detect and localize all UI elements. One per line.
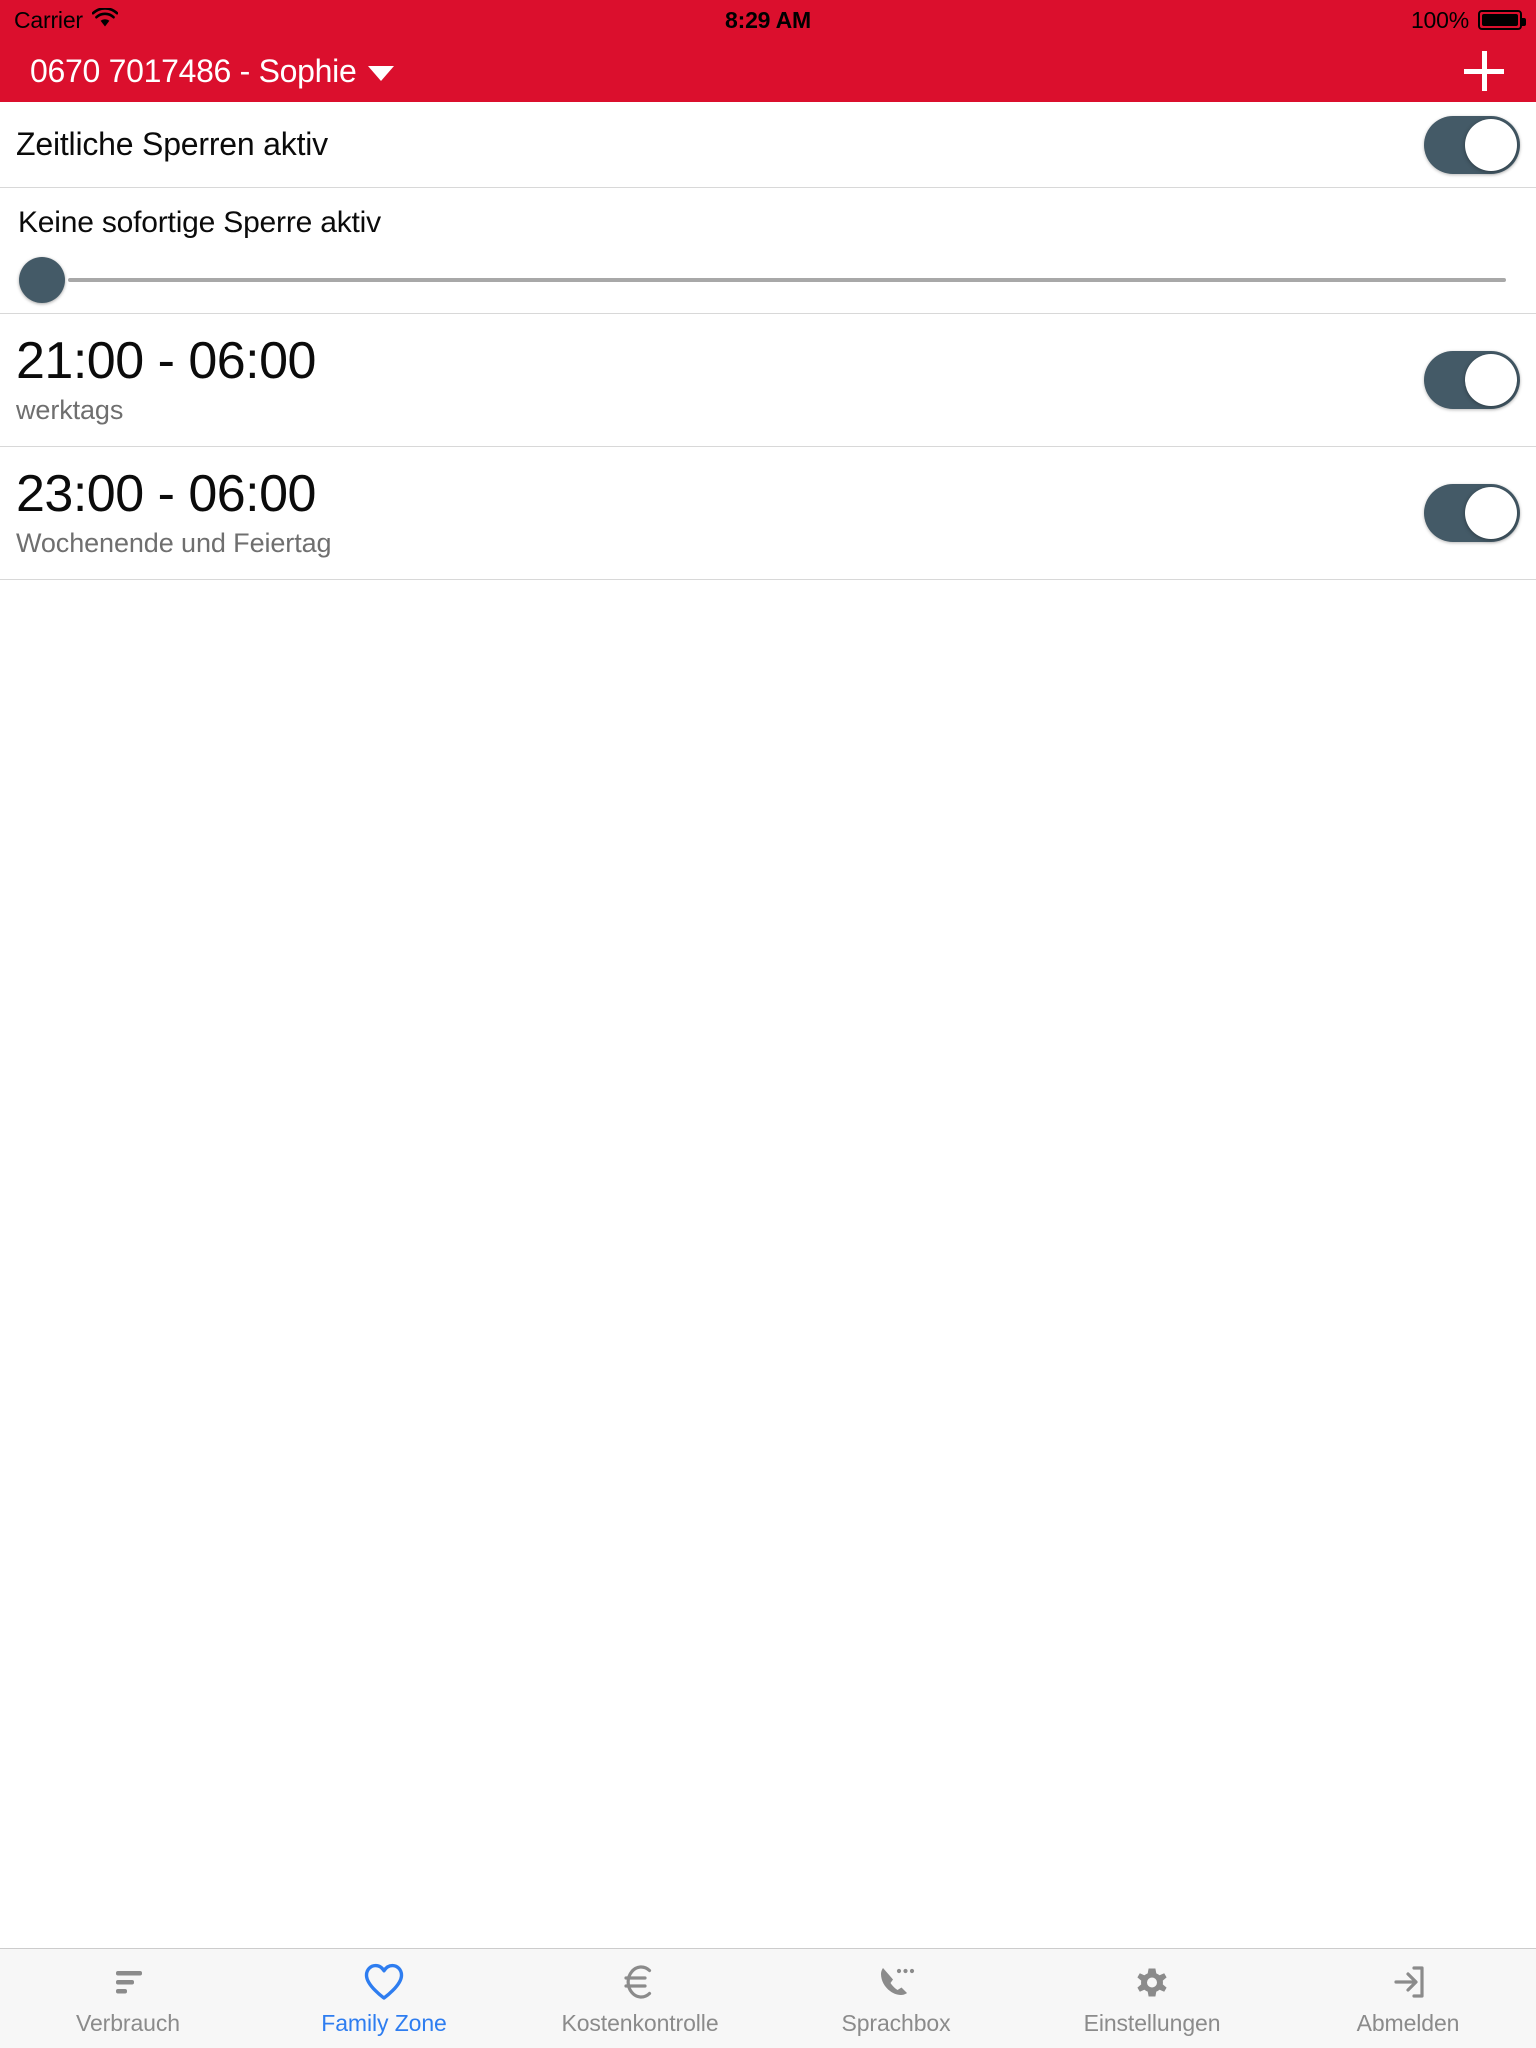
tab-family-zone[interactable]: Family Zone xyxy=(256,1949,512,2048)
tab-label: Sprachbox xyxy=(841,2009,951,2036)
account-selector[interactable]: 0670 7017486 - Sophie xyxy=(30,52,395,90)
instant-block-slider[interactable] xyxy=(16,252,1520,308)
battery-percent-label: 100% xyxy=(1410,6,1469,33)
tab-sprachbox[interactable]: Sprachbox xyxy=(768,1949,1024,2048)
bottom-tab-bar: Verbrauch Family Zone Kostenkontrolle Sp… xyxy=(0,1948,1536,2048)
row-instant-block: Keine sofortige Sperre aktiv xyxy=(0,188,1536,314)
heart-icon xyxy=(363,1961,405,2003)
row-schedule-0[interactable]: 21:00 - 06:00 werktags xyxy=(0,314,1536,447)
tab-label: Abmelden xyxy=(1356,2009,1460,2036)
row-schedule-1[interactable]: 23:00 - 06:00 Wochenende und Feiertag xyxy=(0,447,1536,580)
master-toggle-label: Zeitliche Sperren aktiv xyxy=(16,126,328,162)
battery-icon xyxy=(1478,10,1526,30)
tab-label: Einstellungen xyxy=(1083,2009,1221,2036)
page-title: 0670 7017486 - Sophie xyxy=(30,52,357,89)
tab-label: Family Zone xyxy=(321,2009,447,2036)
app-header: 0670 7017486 - Sophie xyxy=(0,40,1536,102)
logout-icon xyxy=(1388,1961,1428,2003)
plus-icon[interactable] xyxy=(1458,45,1510,97)
schedule-time-range: 23:00 - 06:00 xyxy=(16,464,316,523)
schedule-days: werktags xyxy=(16,395,124,426)
slider-track[interactable] xyxy=(68,278,1506,282)
status-bar: Carrier 8:29 AM 100% xyxy=(0,0,1536,40)
tab-kostenkontrolle[interactable]: Kostenkontrolle xyxy=(512,1949,768,2048)
status-bar-clock: 8:29 AM xyxy=(725,6,811,33)
tab-label: Verbrauch xyxy=(76,2009,180,2036)
tab-einstellungen[interactable]: Einstellungen xyxy=(1024,1949,1280,2048)
toggle-knob xyxy=(1465,487,1517,539)
gear-icon xyxy=(1132,1961,1172,2003)
schedule-time-range: 21:00 - 06:00 xyxy=(16,331,316,390)
slider-thumb[interactable] xyxy=(19,257,65,303)
toggle-knob xyxy=(1465,118,1517,171)
voicemail-phone-icon xyxy=(876,1961,916,2003)
schedule-toggle-1[interactable] xyxy=(1424,484,1520,542)
row-master-toggle[interactable]: Zeitliche Sperren aktiv xyxy=(0,102,1536,188)
instant-block-label: Keine sofortige Sperre aktiv xyxy=(18,206,381,239)
bar-chart-icon xyxy=(108,1961,148,2003)
master-toggle-switch[interactable] xyxy=(1424,115,1520,174)
schedule-toggle-0[interactable] xyxy=(1424,351,1520,409)
status-bar-right: 100% xyxy=(1410,0,1526,40)
schedule-text-1: 23:00 - 06:00 Wochenende und Feiertag xyxy=(16,464,332,559)
tab-abmelden[interactable]: Abmelden xyxy=(1280,1949,1536,2048)
tab-verbrauch[interactable]: Verbrauch xyxy=(0,1949,256,2048)
schedule-text-0: 21:00 - 06:00 werktags xyxy=(16,331,316,426)
chevron-down-icon xyxy=(368,66,395,81)
main-content: Zeitliche Sperren aktiv Keine sofortige … xyxy=(0,102,1536,1948)
schedule-days: Wochenende und Feiertag xyxy=(16,528,332,559)
toggle-knob xyxy=(1465,354,1517,406)
euro-icon xyxy=(621,1961,659,2003)
tab-label: Kostenkontrolle xyxy=(561,2009,719,2036)
